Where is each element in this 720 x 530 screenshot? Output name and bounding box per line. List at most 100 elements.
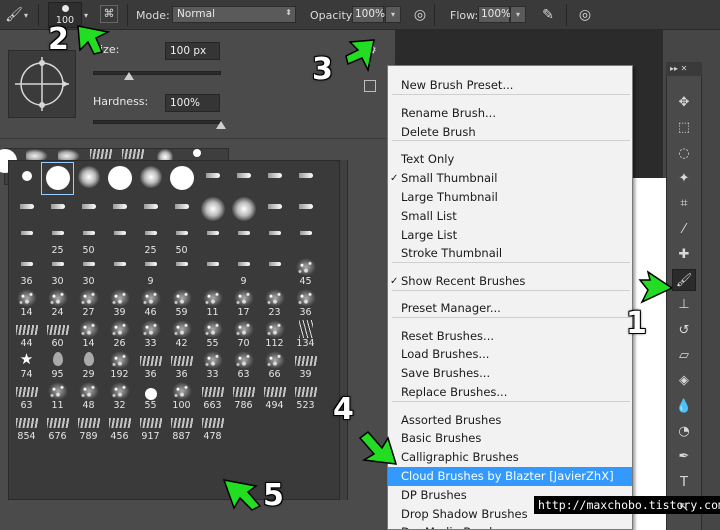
menu-item[interactable]: Large List <box>388 226 632 245</box>
brush-preset[interactable]: 95 <box>42 349 73 380</box>
brush-preset[interactable]: 39 <box>104 287 135 318</box>
tablet-opacity-pressure-icon[interactable]: ◎ <box>410 5 430 25</box>
tablet-size-pressure-icon[interactable]: ◎ <box>575 5 595 25</box>
menu-item[interactable]: ✓ Small Thumbnail <box>388 169 632 188</box>
menu-item[interactable]: Preset Manager... <box>388 299 632 318</box>
brush-preset[interactable] <box>228 163 259 194</box>
brush-preset[interactable]: 66 <box>259 349 290 380</box>
brush-panel-toggle-icon[interactable]: ⌘ <box>100 5 118 23</box>
new-preset-icon[interactable] <box>364 80 376 92</box>
lasso-icon[interactable]: ◌ <box>672 143 696 165</box>
brush-preset[interactable] <box>104 256 135 287</box>
brush-preset[interactable] <box>166 194 197 225</box>
brush-preset[interactable]: 45 <box>290 256 321 287</box>
brush-preset[interactable] <box>166 163 197 194</box>
brush-preset[interactable]: 60 <box>42 318 73 349</box>
size-field[interactable]: 100 px <box>165 42 220 60</box>
brush-preset[interactable] <box>41 162 74 195</box>
menu-item[interactable]: Small List <box>388 207 632 226</box>
flow-field[interactable]: 100% <box>478 6 511 23</box>
menu-item[interactable]: Text Only <box>388 150 632 169</box>
menu-item[interactable]: Basic Brushes <box>388 429 632 448</box>
brush-tip-preview[interactable] <box>8 50 76 118</box>
airbrush-icon[interactable]: ✎ <box>538 5 558 25</box>
brush-preset[interactable]: 100 <box>166 380 197 411</box>
brush-preset[interactable]: 42 <box>166 318 197 349</box>
eraser-icon[interactable]: ▱ <box>672 345 696 367</box>
brush-preset[interactable] <box>11 194 42 225</box>
menu-item[interactable]: Reset Brushes... <box>388 327 632 346</box>
opacity-chevron-down-icon[interactable]: ▾ <box>385 6 401 23</box>
brush-preset[interactable] <box>197 194 228 225</box>
brush-preset[interactable]: 55 <box>197 318 228 349</box>
menu-item[interactable]: Rename Brush... <box>388 104 632 123</box>
brush-preset[interactable]: 11 <box>42 380 73 411</box>
marquee-icon[interactable]: ⬚ <box>672 117 696 139</box>
brush-preset[interactable] <box>104 163 135 194</box>
move-icon[interactable]: ✥ <box>672 92 696 114</box>
brush-preset[interactable]: 17 <box>228 287 259 318</box>
brush-preset[interactable] <box>135 194 166 225</box>
brush-preset[interactable]: 456 <box>104 411 135 442</box>
brush-tool-preset-icon[interactable]: 🖌 <box>4 5 24 25</box>
brush-preset[interactable]: 25 <box>135 225 166 256</box>
brush-preset[interactable]: 789 <box>73 411 104 442</box>
brush-preset[interactable]: 63 <box>228 349 259 380</box>
menu-item[interactable]: Assorted Brushes <box>388 411 632 430</box>
flow-chevron-down-icon[interactable]: ▾ <box>510 6 526 23</box>
brush-preset[interactable]: 27 <box>73 287 104 318</box>
brush-preset[interactable]: 887 <box>166 411 197 442</box>
brush-preset[interactable] <box>259 163 290 194</box>
path-selection-icon[interactable]: ↖ <box>672 497 696 519</box>
brush-preset[interactable] <box>259 225 290 256</box>
brush-preset[interactable]: 134 <box>290 318 321 349</box>
dodge-icon[interactable]: ◔ <box>672 421 696 443</box>
brush-preset[interactable] <box>104 194 135 225</box>
magic-wand-icon[interactable]: ✦ <box>672 168 696 190</box>
brush-preset[interactable] <box>228 194 259 225</box>
brush-preset[interactable]: 29 <box>73 349 104 380</box>
brush-preset[interactable]: 33 <box>135 318 166 349</box>
brush-preset[interactable]: 14 <box>11 287 42 318</box>
brush-preset[interactable]: 9 <box>135 256 166 287</box>
brush-preset[interactable]: 917 <box>135 411 166 442</box>
brush-preset[interactable]: 44 <box>11 318 42 349</box>
brush-preset[interactable]: 854 <box>11 411 42 442</box>
brush-preset[interactable]: 33 <box>197 349 228 380</box>
brush-preset[interactable]: 30 <box>73 256 104 287</box>
brush-preset[interactable]: 36 <box>166 349 197 380</box>
menu-item[interactable]: Calligraphic Brushes <box>388 448 632 467</box>
brush-preset[interactable]: 192 <box>104 349 135 380</box>
brush-preset[interactable] <box>197 163 228 194</box>
brush-preset[interactable]: 63 <box>11 380 42 411</box>
menu-item[interactable]: New Brush Preset... <box>388 76 632 95</box>
menu-item[interactable]: Delete Brush <box>388 123 632 142</box>
brush-preset[interactable] <box>290 163 321 194</box>
brush-preset[interactable] <box>11 163 42 194</box>
brush-preset[interactable]: 25 <box>42 225 73 256</box>
brush-preset[interactable]: 786 <box>228 380 259 411</box>
hardness-slider-thumb[interactable] <box>216 121 226 129</box>
brush-picker-chevron-down-icon[interactable]: ▾ <box>84 11 88 20</box>
brush-preset[interactable]: 663 <box>197 380 228 411</box>
brush-preset[interactable]: 24 <box>42 287 73 318</box>
brush-preset[interactable]: 478 <box>197 411 228 442</box>
type-icon[interactable]: T <box>672 472 696 494</box>
brush-preset[interactable]: 48 <box>73 380 104 411</box>
brush-preset[interactable]: 50 <box>73 225 104 256</box>
brush-preset[interactable] <box>11 225 42 256</box>
brush-preset[interactable] <box>135 163 166 194</box>
brush-preset[interactable]: 36 <box>11 256 42 287</box>
healing-icon[interactable]: ✚ <box>672 244 696 266</box>
brush-preset[interactable] <box>259 256 290 287</box>
brush-preset[interactable]: 676 <box>42 411 73 442</box>
brush-preset[interactable] <box>197 225 228 256</box>
menu-item[interactable]: Load Brushes... <box>388 345 632 364</box>
mode-select[interactable]: Normal ⬍ <box>172 6 296 23</box>
blur-icon[interactable]: 💧 <box>672 396 696 418</box>
brush-preset[interactable]: 112 <box>259 318 290 349</box>
document-canvas[interactable] <box>630 178 670 530</box>
hardness-slider-track[interactable] <box>93 120 221 124</box>
brush-preset[interactable] <box>290 194 321 225</box>
brush-preset[interactable] <box>73 163 104 194</box>
